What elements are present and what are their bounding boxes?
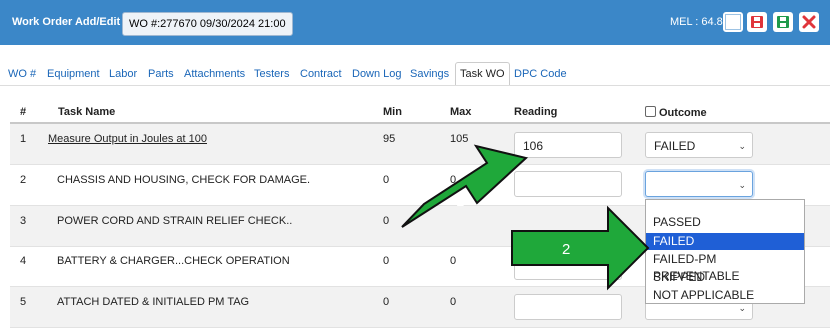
- arrow-2-icon: [511, 205, 650, 291]
- arrow-2-label: 2: [562, 241, 571, 258]
- annotation-layer: [401, 144, 650, 291]
- arrow-1-label: 1: [456, 193, 465, 210]
- arrow-1-icon: [401, 144, 529, 228]
